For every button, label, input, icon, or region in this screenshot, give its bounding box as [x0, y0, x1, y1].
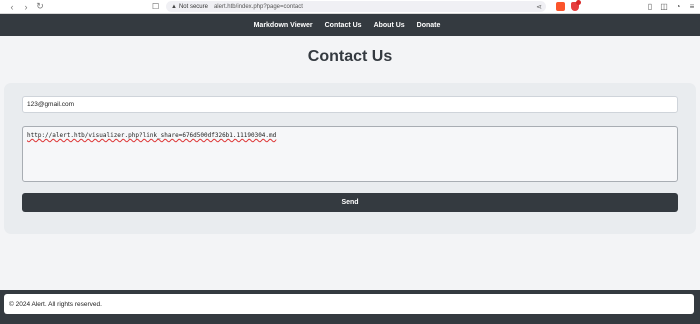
menu-icon[interactable]: ≡ — [688, 2, 696, 11]
page-title: Contact Us — [307, 48, 393, 65]
email-field[interactable]: 123@gmail.com — [22, 96, 678, 113]
extensions-icon[interactable]: ◫ — [660, 2, 668, 11]
security-label: Not secure — [178, 3, 208, 10]
warning-icon: ▲ — [171, 3, 177, 10]
send-button[interactable]: Send — [22, 193, 678, 212]
bookmark-icon[interactable]: ☐ — [152, 2, 162, 11]
rewards-icon[interactable] — [571, 0, 581, 11]
address-bar[interactable]: ▲ Not secure alert.htb/index.php?page=co… — [166, 1, 546, 12]
nav-about-us[interactable]: About Us — [374, 22, 405, 29]
nav-contact-us[interactable]: Contact Us — [325, 22, 362, 29]
reload-icon[interactable]: ↻ — [34, 1, 46, 13]
browser-toolbar: ‹ › ↻ ☐ ▲ Not secure alert.htb/index.php… — [0, 0, 700, 14]
message-textarea[interactable]: http://alert.htb/visualizer.php?link_sha… — [22, 126, 678, 182]
sidebar-icon[interactable]: ▯ — [646, 2, 654, 11]
profile-icon[interactable]: ◔ — [674, 2, 682, 11]
forward-icon[interactable]: › — [20, 1, 32, 13]
share-icon[interactable]: ⋖ — [536, 3, 542, 11]
nav-markdown-viewer[interactable]: Markdown Viewer — [254, 22, 313, 29]
url-text: alert.htb/index.php?page=contact — [213, 3, 303, 10]
message-text: http://alert.htb/visualizer.php?link_sha… — [27, 132, 277, 139]
nav-donate[interactable]: Donate — [417, 22, 441, 29]
footer-copyright: © 2024 Alert. All rights reserved. — [4, 294, 694, 314]
brave-shield-icon[interactable] — [556, 2, 565, 11]
site-nav: Markdown Viewer Contact Us About Us Dona… — [0, 14, 700, 36]
back-icon[interactable]: ‹ — [6, 1, 18, 13]
